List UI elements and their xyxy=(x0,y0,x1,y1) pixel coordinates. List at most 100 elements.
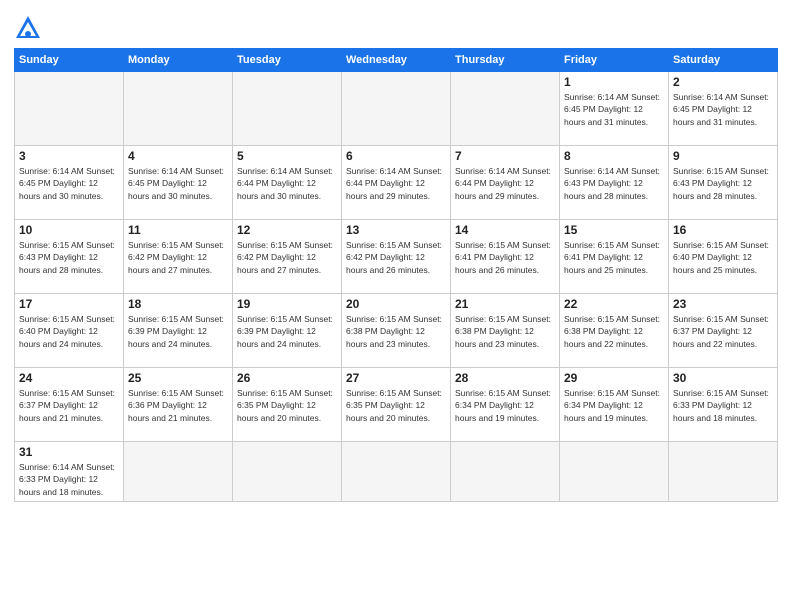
header-cell-monday: Monday xyxy=(124,49,233,72)
day-cell: 25 Sunrise: 6:15 AM Sunset: 6:36 PM Dayli… xyxy=(124,368,233,442)
day-number: 31 xyxy=(19,445,119,459)
day-number: 26 xyxy=(237,371,337,385)
day-cell xyxy=(124,442,233,502)
day-info: Sunrise: 6:15 AM Sunset: 6:42 PM Dayligh… xyxy=(128,239,228,276)
day-info: Sunrise: 6:15 AM Sunset: 6:42 PM Dayligh… xyxy=(237,239,337,276)
day-number: 5 xyxy=(237,149,337,163)
day-number: 6 xyxy=(346,149,446,163)
day-cell: 9Sunrise: 6:15 AM Sunset: 6:43 PM Daylig… xyxy=(669,146,778,220)
day-info: Sunrise: 6:14 AM Sunset: 6:45 PM Dayligh… xyxy=(673,91,773,128)
week-row-5: 24 Sunrise: 6:15 AM Sunset: 6:37 PM Dayli… xyxy=(15,368,778,442)
day-number: 29 xyxy=(564,371,664,385)
day-cell: 27 Sunrise: 6:15 AM Sunset: 6:35 PM Dayli… xyxy=(342,368,451,442)
day-number: 9 xyxy=(673,149,773,163)
day-cell: 12 Sunrise: 6:15 AM Sunset: 6:42 PM Dayli… xyxy=(233,220,342,294)
day-number: 10 xyxy=(19,223,119,237)
day-info: Sunrise: 6:15 AM Sunset: 6:34 PM Dayligh… xyxy=(455,387,555,424)
day-number: 16 xyxy=(673,223,773,237)
day-number: 18 xyxy=(128,297,228,311)
day-info: Sunrise: 6:15 AM Sunset: 6:38 PM Dayligh… xyxy=(346,313,446,350)
day-info: Sunrise: 6:14 AM Sunset: 6:45 PM Dayligh… xyxy=(19,165,119,202)
day-cell: 31 Sunrise: 6:14 AM Sunset: 6:33 PM Dayli… xyxy=(15,442,124,502)
week-row-4: 17 Sunrise: 6:15 AM Sunset: 6:40 PM Dayli… xyxy=(15,294,778,368)
week-row-3: 10 Sunrise: 6:15 AM Sunset: 6:43 PM Dayli… xyxy=(15,220,778,294)
header-cell-friday: Friday xyxy=(560,49,669,72)
day-cell: 13Sunrise: 6:15 AM Sunset: 6:42 PM Dayli… xyxy=(342,220,451,294)
week-row-6: 31 Sunrise: 6:14 AM Sunset: 6:33 PM Dayli… xyxy=(15,442,778,502)
header-cell-thursday: Thursday xyxy=(451,49,560,72)
header-cell-wednesday: Wednesday xyxy=(342,49,451,72)
day-number: 3 xyxy=(19,149,119,163)
day-number: 21 xyxy=(455,297,555,311)
day-cell xyxy=(451,72,560,146)
day-cell: 21 Sunrise: 6:15 AM Sunset: 6:38 PM Dayli… xyxy=(451,294,560,368)
day-cell xyxy=(451,442,560,502)
day-cell xyxy=(233,72,342,146)
day-number: 22 xyxy=(564,297,664,311)
day-cell: 19 Sunrise: 6:15 AM Sunset: 6:39 PM Dayli… xyxy=(233,294,342,368)
day-info: Sunrise: 6:15 AM Sunset: 6:41 PM Dayligh… xyxy=(455,239,555,276)
day-number: 17 xyxy=(19,297,119,311)
day-cell xyxy=(15,72,124,146)
day-cell: 17 Sunrise: 6:15 AM Sunset: 6:40 PM Dayli… xyxy=(15,294,124,368)
day-cell: 23Sunrise: 6:15 AM Sunset: 6:37 PM Dayli… xyxy=(669,294,778,368)
day-info: Sunrise: 6:15 AM Sunset: 6:33 PM Dayligh… xyxy=(673,387,773,424)
day-cell: 2 Sunrise: 6:14 AM Sunset: 6:45 PM Daylig… xyxy=(669,72,778,146)
day-number: 12 xyxy=(237,223,337,237)
day-info: Sunrise: 6:15 AM Sunset: 6:39 PM Dayligh… xyxy=(128,313,228,350)
day-info: Sunrise: 6:15 AM Sunset: 6:40 PM Dayligh… xyxy=(19,313,119,350)
calendar-table: SundayMondayTuesdayWednesdayThursdayFrid… xyxy=(14,48,778,502)
day-cell: 20 Sunrise: 6:15 AM Sunset: 6:38 PM Dayli… xyxy=(342,294,451,368)
day-info: Sunrise: 6:14 AM Sunset: 6:44 PM Dayligh… xyxy=(346,165,446,202)
day-cell: 28 Sunrise: 6:15 AM Sunset: 6:34 PM Dayli… xyxy=(451,368,560,442)
week-row-2: 3 Sunrise: 6:14 AM Sunset: 6:45 PM Daylig… xyxy=(15,146,778,220)
day-info: Sunrise: 6:15 AM Sunset: 6:39 PM Dayligh… xyxy=(237,313,337,350)
day-number: 24 xyxy=(19,371,119,385)
day-number: 25 xyxy=(128,371,228,385)
day-info: Sunrise: 6:15 AM Sunset: 6:41 PM Dayligh… xyxy=(564,239,664,276)
day-number: 30 xyxy=(673,371,773,385)
day-number: 27 xyxy=(346,371,446,385)
day-number: 23 xyxy=(673,297,773,311)
day-info: Sunrise: 6:15 AM Sunset: 6:43 PM Dayligh… xyxy=(19,239,119,276)
day-number: 8 xyxy=(564,149,664,163)
day-cell: 11Sunrise: 6:15 AM Sunset: 6:42 PM Dayli… xyxy=(124,220,233,294)
header-cell-sunday: Sunday xyxy=(15,49,124,72)
day-cell: 3 Sunrise: 6:14 AM Sunset: 6:45 PM Daylig… xyxy=(15,146,124,220)
calendar-page: SundayMondayTuesdayWednesdayThursdayFrid… xyxy=(0,0,792,612)
day-cell: 22 Sunrise: 6:15 AM Sunset: 6:38 PM Dayli… xyxy=(560,294,669,368)
day-info: Sunrise: 6:15 AM Sunset: 6:34 PM Dayligh… xyxy=(564,387,664,424)
day-number: 20 xyxy=(346,297,446,311)
day-number: 19 xyxy=(237,297,337,311)
week-row-1: 1 Sunrise: 6:14 AM Sunset: 6:45 PM Daylig… xyxy=(15,72,778,146)
day-number: 13 xyxy=(346,223,446,237)
day-info: Sunrise: 6:15 AM Sunset: 6:36 PM Dayligh… xyxy=(128,387,228,424)
day-number: 4 xyxy=(128,149,228,163)
day-cell: 10 Sunrise: 6:15 AM Sunset: 6:43 PM Dayli… xyxy=(15,220,124,294)
day-info: Sunrise: 6:15 AM Sunset: 6:37 PM Dayligh… xyxy=(19,387,119,424)
day-number: 1 xyxy=(564,75,664,89)
day-cell: 6 Sunrise: 6:14 AM Sunset: 6:44 PM Daylig… xyxy=(342,146,451,220)
day-cell: 24 Sunrise: 6:15 AM Sunset: 6:37 PM Dayli… xyxy=(15,368,124,442)
day-number: 14 xyxy=(455,223,555,237)
day-cell: 5 Sunrise: 6:14 AM Sunset: 6:44 PM Daylig… xyxy=(233,146,342,220)
day-cell xyxy=(233,442,342,502)
day-info: Sunrise: 6:15 AM Sunset: 6:38 PM Dayligh… xyxy=(455,313,555,350)
day-info: Sunrise: 6:15 AM Sunset: 6:38 PM Dayligh… xyxy=(564,313,664,350)
day-info: Sunrise: 6:15 AM Sunset: 6:35 PM Dayligh… xyxy=(346,387,446,424)
day-number: 15 xyxy=(564,223,664,237)
day-cell: 1Sunrise: 6:14 AM Sunset: 6:45 PM Daylig… xyxy=(560,72,669,146)
logo-icon xyxy=(14,14,42,42)
day-info: Sunrise: 6:14 AM Sunset: 6:33 PM Dayligh… xyxy=(19,461,119,498)
day-number: 2 xyxy=(673,75,773,89)
day-cell xyxy=(124,72,233,146)
day-cell: 18 Sunrise: 6:15 AM Sunset: 6:39 PM Dayli… xyxy=(124,294,233,368)
header-row: SundayMondayTuesdayWednesdayThursdayFrid… xyxy=(15,49,778,72)
day-info: Sunrise: 6:15 AM Sunset: 6:40 PM Dayligh… xyxy=(673,239,773,276)
day-info: Sunrise: 6:14 AM Sunset: 6:43 PM Dayligh… xyxy=(564,165,664,202)
day-cell: 26Sunrise: 6:15 AM Sunset: 6:35 PM Dayli… xyxy=(233,368,342,442)
day-info: Sunrise: 6:14 AM Sunset: 6:44 PM Dayligh… xyxy=(237,165,337,202)
day-info: Sunrise: 6:14 AM Sunset: 6:45 PM Dayligh… xyxy=(128,165,228,202)
logo xyxy=(14,14,46,42)
day-number: 28 xyxy=(455,371,555,385)
